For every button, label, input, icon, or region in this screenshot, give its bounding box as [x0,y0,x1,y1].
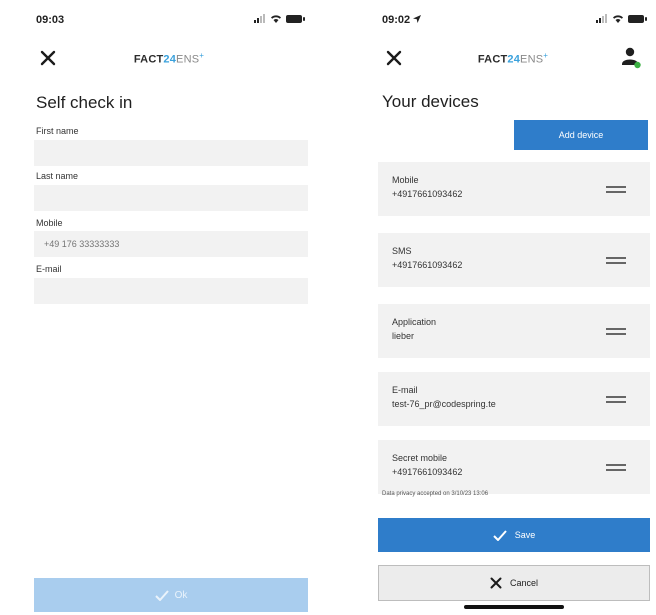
mobile-field[interactable] [34,231,308,257]
status-bar: 09:02 [376,12,650,32]
device-value: test-76_pr@codespring.te [392,399,496,409]
device-card-sms[interactable]: SMS +4917661093462 [378,233,650,287]
app-bar: FACT24ENS+ [30,44,308,74]
wifi-icon [613,15,623,23]
first-name-label: First name [36,126,79,136]
signal-icon [254,14,265,23]
save-button-label: Save [514,530,536,540]
drag-handle-icon[interactable] [606,257,626,266]
device-type: E-mail [392,385,418,395]
wifi-icon [271,15,281,23]
checkmark-icon [493,529,507,541]
battery-icon [286,14,305,23]
device-card-email[interactable]: E-mail test-76_pr@codespring.te [378,372,650,426]
close-icon [490,577,502,589]
email-field[interactable] [34,278,308,304]
device-value: +4917661093462 [392,189,463,199]
account-button[interactable] [620,46,642,70]
device-type: Secret mobile [392,453,448,463]
location-arrow-icon [413,15,422,23]
device-value: +4917661093462 [392,260,463,270]
drag-handle-icon[interactable] [606,396,626,405]
page-title: Self check in [36,93,133,112]
page-title: Your devices [382,92,479,111]
ok-button-label: Ok [174,589,188,601]
app-bar: FACT24ENS+ [376,44,650,74]
user-icon [622,47,641,69]
status-time: 09:03 [36,14,65,26]
first-name-field[interactable] [34,140,308,166]
cancel-button[interactable]: Cancel [378,565,650,601]
drag-handle-icon[interactable] [606,328,626,337]
home-indicator [464,605,564,609]
checkmark-icon [154,589,169,601]
signal-icon [596,14,607,23]
device-value: +4917661093462 [392,467,463,477]
device-card-application[interactable]: Application lieber [378,304,650,358]
self-check-in-screen: 09:03 FACT24ENS+ Self check in First nam… [30,0,308,615]
drag-handle-icon[interactable] [606,464,626,473]
your-devices-screen: 09:02 FACT24ENS+ Your devices Add device… [376,0,650,615]
device-type: SMS [392,246,412,256]
device-type: Mobile [392,175,419,185]
battery-icon [628,14,647,23]
save-button[interactable]: Save [378,518,650,552]
add-device-button[interactable]: Add device [514,120,648,150]
cancel-button-label: Cancel [509,578,538,588]
add-device-label: Add device [558,130,604,140]
device-card-mobile[interactable]: Mobile +4917661093462 [378,162,650,216]
drag-handle-icon[interactable] [606,186,626,195]
device-type: Application [392,317,437,327]
device-value: lieber [392,331,415,341]
last-name-field[interactable] [34,185,308,211]
status-bar: 09:03 [30,12,308,32]
device-card-secret-mobile[interactable]: Secret mobile +4917661093462 [378,440,650,494]
privacy-note: Data privacy accepted on 3/10/23 13:06 [382,491,489,497]
mobile-label: Mobile [36,218,63,228]
last-name-label: Last name [36,171,79,181]
ok-button[interactable]: Ok [34,578,308,612]
app-logo: FACT24ENS+ [477,51,549,66]
app-logo: FACT24ENS+ [133,51,205,66]
status-time: 09:02 [382,14,411,26]
email-label: E-mail [36,264,62,274]
